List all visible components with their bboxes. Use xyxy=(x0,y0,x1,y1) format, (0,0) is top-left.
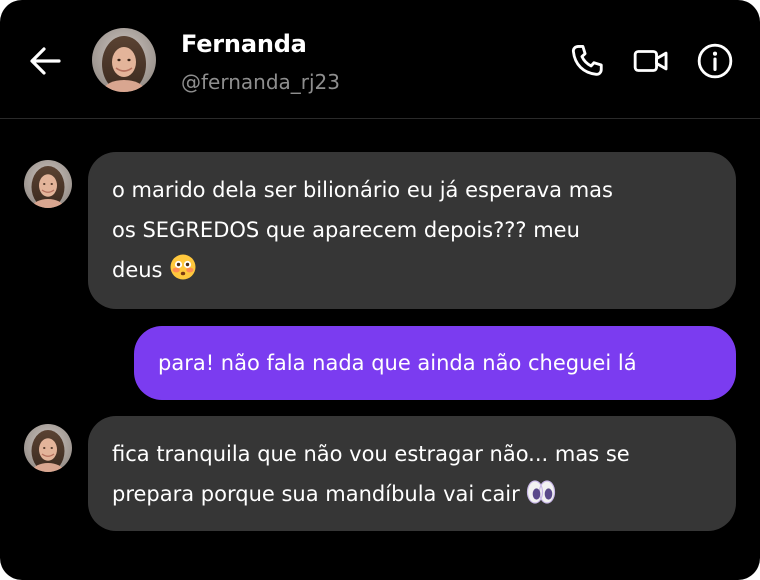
info-icon xyxy=(697,43,733,79)
message-line: prepara porque sua mandíbula vai cair xyxy=(112,482,520,506)
message-line-with-emoji: deus xyxy=(112,250,712,294)
phone-icon xyxy=(571,45,603,76)
avatar-image xyxy=(92,28,156,92)
video-call-button[interactable] xyxy=(632,42,670,80)
video-camera-icon xyxy=(633,50,668,72)
contact-handle: @fernanda_rj23 xyxy=(181,70,341,94)
message-bubble-incoming[interactable]: o marido dela ser bilionário eu já esper… xyxy=(88,152,736,309)
message-line: os SEGREDOS que aparecem depois??? meu xyxy=(112,218,580,242)
message-line: fica tranquila que não vou estragar não.… xyxy=(112,442,630,466)
back-button[interactable] xyxy=(26,41,66,81)
voice-call-button[interactable] xyxy=(568,42,606,80)
message-line: deus xyxy=(112,258,163,282)
message-bubble-incoming[interactable]: fica tranquila que não vou estragar não.… xyxy=(88,416,736,531)
flushed-face-emoji xyxy=(169,253,197,294)
message-bubble-outgoing[interactable]: para! não fala nada que ainda não chegue… xyxy=(134,326,736,400)
avatar-image xyxy=(24,424,72,472)
message-line-with-emoji: prepara porque sua mandíbula vai cair xyxy=(112,474,712,518)
sender-avatar[interactable] xyxy=(24,160,72,208)
contact-name[interactable]: Fernanda xyxy=(181,29,307,59)
conversation-info-button[interactable] xyxy=(696,42,734,80)
avatar-image xyxy=(24,160,72,208)
chat-window: Fernanda @fernanda_rj23 o marido dela se… xyxy=(0,0,760,580)
eyes-emoji xyxy=(526,478,556,518)
message-line: o marido dela ser bilionário eu já esper… xyxy=(112,178,613,202)
message-line: para! não fala nada que ainda não chegue… xyxy=(158,351,637,375)
sender-avatar[interactable] xyxy=(24,424,72,472)
contact-avatar[interactable] xyxy=(92,28,156,92)
arrow-left-icon xyxy=(30,47,61,75)
chat-header: Fernanda @fernanda_rj23 xyxy=(0,0,760,119)
